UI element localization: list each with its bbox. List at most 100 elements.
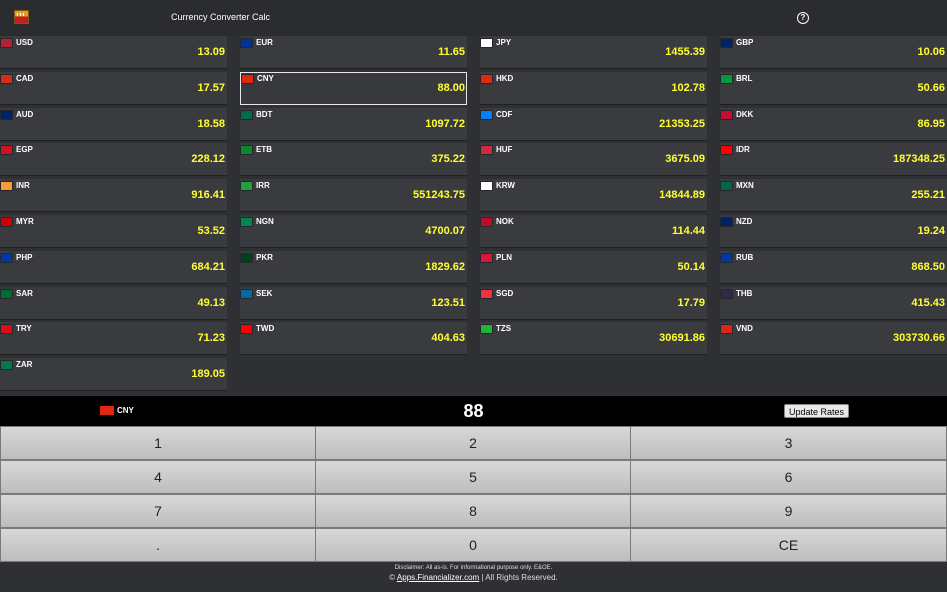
currency-cell-cad[interactable]: CAD 17.57 bbox=[0, 71, 227, 105]
currency-code: GBP bbox=[736, 38, 754, 47]
currency-code: TWD bbox=[256, 324, 275, 334]
currency-amount: 404.63 bbox=[431, 332, 465, 345]
key-0[interactable]: 0 bbox=[315, 528, 631, 562]
currency-cell-pkr[interactable]: PKR 1829.62 bbox=[240, 250, 467, 284]
currency-cell-etb[interactable]: ETB 375.22 bbox=[240, 143, 467, 177]
currency-amount: 50.66 bbox=[917, 81, 945, 94]
currency-cell-dkk[interactable]: DKK 86.95 bbox=[720, 107, 947, 141]
currency-cell-sgd[interactable]: SGD 17.79 bbox=[480, 286, 707, 320]
key-5[interactable]: 5 bbox=[315, 460, 631, 494]
currency-code: EUR bbox=[256, 38, 273, 47]
currency-cell-sar[interactable]: SAR 49.13 bbox=[0, 286, 227, 320]
key-9[interactable]: 9 bbox=[630, 494, 947, 528]
key-8[interactable]: 8 bbox=[315, 494, 631, 528]
currency-cell-myr[interactable]: MYR 53.52 bbox=[0, 215, 227, 248]
currency-amount: 17.57 bbox=[197, 81, 225, 94]
pln-flag-icon bbox=[481, 253, 492, 262]
currency-cell-aud[interactable]: AUD 18.58 bbox=[0, 107, 227, 141]
currency-cell-cdf[interactable]: CDF 21353.25 bbox=[480, 107, 707, 141]
egp-flag-icon bbox=[1, 146, 12, 155]
key-1[interactable]: 1 bbox=[0, 426, 316, 460]
key-7[interactable]: 7 bbox=[0, 494, 316, 528]
currency-cell-pln[interactable]: PLN 50.14 bbox=[480, 250, 707, 284]
currency-amount: 114.44 bbox=[671, 225, 705, 237]
currency-cell-usd[interactable]: USD 13.09 bbox=[0, 36, 227, 69]
currency-cell-tzs[interactable]: TZS 30691.86 bbox=[480, 322, 707, 356]
eur-flag-icon bbox=[241, 39, 252, 47]
copyright-symbol: © bbox=[389, 573, 396, 582]
currency-code: TRY bbox=[16, 324, 32, 334]
currency-amount: 53.52 bbox=[197, 225, 225, 237]
top-bar: Currency Converter Calc ? bbox=[0, 0, 947, 36]
currency-cell-irr[interactable]: IRR 551243.75 bbox=[240, 179, 467, 213]
currency-amount: 189.05 bbox=[191, 368, 225, 381]
huf-flag-icon bbox=[481, 146, 492, 155]
hkd-flag-icon bbox=[481, 74, 492, 83]
sar-flag-icon bbox=[1, 289, 12, 298]
currency-amount: 1829.62 bbox=[425, 260, 465, 273]
currency-cell-idr[interactable]: IDR 187348.25 bbox=[720, 143, 947, 177]
currency-amount: 4700.07 bbox=[425, 225, 465, 237]
currency-cell-sek[interactable]: SEK 123.51 bbox=[240, 286, 467, 320]
key-4[interactable]: 4 bbox=[0, 460, 316, 494]
currency-cell-inr[interactable]: INR 916.41 bbox=[0, 179, 227, 213]
krw-flag-icon bbox=[481, 182, 492, 191]
sek-flag-icon bbox=[241, 289, 252, 298]
key-2[interactable]: 2 bbox=[315, 426, 631, 460]
currency-amount: 19.24 bbox=[917, 225, 945, 237]
currency-cell-php[interactable]: PHP 684.21 bbox=[0, 250, 227, 284]
sgd-flag-icon bbox=[481, 289, 492, 298]
currency-amount: 187348.25 bbox=[893, 153, 945, 166]
currency-cell-zar[interactable]: ZAR 189.05 bbox=[0, 358, 227, 392]
currency-cell-vnd[interactable]: VND 303730.66 bbox=[720, 322, 947, 356]
currency-cell-egp[interactable]: EGP 228.12 bbox=[0, 143, 227, 177]
currency-cell-krw[interactable]: KRW 14844.89 bbox=[480, 179, 707, 213]
currency-code: ETB bbox=[256, 145, 272, 155]
currency-cell-gbp[interactable]: GBP 10.06 bbox=[720, 36, 947, 69]
help-icon[interactable]: ? bbox=[797, 12, 809, 24]
currency-cell-jpy[interactable]: JPY 1455.39 bbox=[480, 36, 707, 69]
financializer-link[interactable]: Apps.Financializer.com bbox=[397, 573, 479, 582]
currency-cell-mxn[interactable]: MXN 255.21 bbox=[720, 179, 947, 213]
currency-cell-eur[interactable]: EUR 11.65 bbox=[240, 36, 467, 69]
currency-cell-ngn[interactable]: NGN 4700.07 bbox=[240, 215, 467, 248]
currency-code: ZAR bbox=[16, 360, 33, 370]
currency-cell-bdt[interactable]: BDT 1097.72 bbox=[240, 107, 467, 141]
currency-code: PLN bbox=[496, 252, 512, 262]
currency-cell-nok[interactable]: NOK 114.44 bbox=[480, 215, 707, 248]
currency-cell-try[interactable]: TRY 71.23 bbox=[0, 322, 227, 356]
currency-amount: 11.65 bbox=[438, 46, 465, 58]
key-decimal[interactable]: . bbox=[0, 528, 316, 562]
currency-grid: USD 13.09 EUR 11.65 JPY 1455.39 GBP 10.06 CAD 17.… bbox=[0, 36, 947, 396]
currency-amount: 18.58 bbox=[197, 117, 225, 130]
currency-cell-twd[interactable]: TWD 404.63 bbox=[240, 322, 467, 356]
currency-cell-thb[interactable]: THB 415.43 bbox=[720, 286, 947, 320]
app-logo-icon bbox=[14, 10, 29, 24]
currency-amount: 684.21 bbox=[191, 260, 225, 273]
currency-cell-huf[interactable]: HUF 3675.09 bbox=[480, 143, 707, 177]
currency-amount: 375.22 bbox=[431, 153, 465, 166]
copyright-line: © Apps.Financializer.com | All Rights Re… bbox=[0, 573, 947, 582]
currency-code: USD bbox=[16, 38, 33, 47]
myr-flag-icon bbox=[1, 218, 12, 226]
cdf-flag-icon bbox=[481, 110, 492, 119]
currency-code: JPY bbox=[496, 38, 512, 47]
currency-cell-cny[interactable]: CNY 88.00 bbox=[240, 71, 467, 105]
key-clear-entry[interactable]: CE bbox=[630, 528, 947, 562]
vnd-flag-icon bbox=[721, 325, 732, 334]
jpy-flag-icon bbox=[481, 39, 492, 47]
key-3[interactable]: 3 bbox=[630, 426, 947, 460]
gbp-flag-icon bbox=[721, 39, 732, 47]
mxn-flag-icon bbox=[721, 182, 732, 191]
cny-flag-icon bbox=[242, 74, 253, 83]
currency-cell-brl[interactable]: BRL 50.66 bbox=[720, 71, 947, 105]
currency-cell-rub[interactable]: RUB 868.50 bbox=[720, 250, 947, 284]
currency-amount: 21353.25 bbox=[659, 117, 705, 130]
currency-code: HKD bbox=[496, 73, 514, 83]
update-rates-button[interactable]: Update Rates bbox=[784, 404, 850, 418]
cad-flag-icon bbox=[1, 74, 12, 83]
key-6[interactable]: 6 bbox=[630, 460, 947, 494]
currency-cell-hkd[interactable]: HKD 102.78 bbox=[480, 71, 707, 105]
currency-cell-nzd[interactable]: NZD 19.24 bbox=[720, 215, 947, 248]
currency-amount: 49.13 bbox=[197, 296, 225, 309]
